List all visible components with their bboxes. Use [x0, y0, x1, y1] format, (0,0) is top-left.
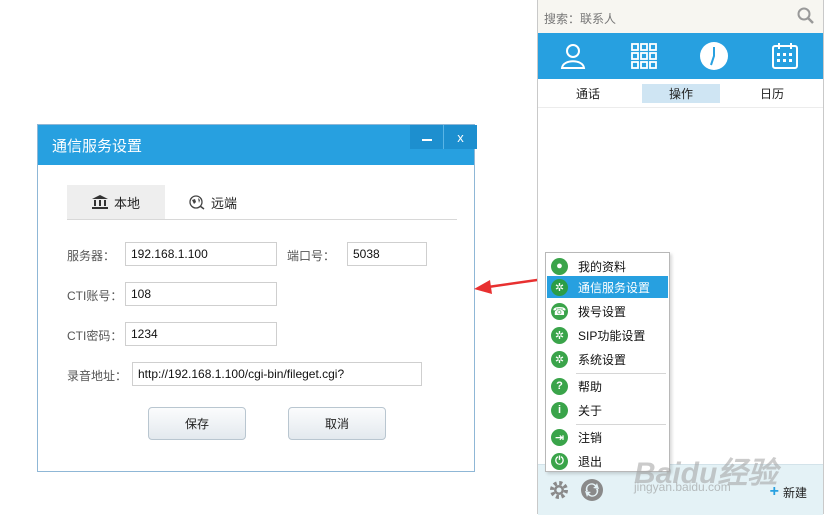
main-nav	[538, 33, 823, 79]
search-input[interactable]: 搜索：联系人	[544, 10, 616, 27]
menu-item-label: SIP功能设置	[578, 328, 646, 343]
comm-service-settings-dialog: 通信服务设置 x 本地 远端 服务器： 端口号： CTI账号： CTI密码： 录…	[37, 124, 477, 472]
clock-icon	[700, 42, 728, 70]
server-label: 服务器：	[67, 249, 116, 263]
cancel-button[interactable]: 取消	[288, 407, 386, 440]
dialog-tabs: 本地 远端	[67, 185, 457, 220]
globe-icon	[189, 195, 205, 210]
context-menu: ● 我的资料 ✲ 通信服务设置 ☎ 拨号设置 ✲ SIP功能设置 ✲ 系统设置 …	[545, 252, 670, 472]
settings-gear-icon[interactable]	[548, 479, 570, 501]
menu-separator	[576, 424, 666, 425]
dialog-titlebar[interactable]: 通信服务设置 x	[38, 125, 477, 165]
tab-operations-label: 操作	[668, 87, 693, 101]
record-address-label: 录音地址：	[67, 369, 128, 383]
menu-item-logout[interactable]: ⇥ 注销	[547, 426, 668, 448]
menu-item-label: 系统设置	[578, 352, 627, 367]
gear-icon: ✲	[551, 326, 568, 344]
nav-contacts[interactable]	[557, 40, 589, 72]
menu-separator	[576, 373, 666, 374]
watermark-url: jingyan.baidu.com	[634, 480, 731, 494]
nav-calendar[interactable]	[769, 40, 801, 72]
power-icon: ⏻	[551, 452, 568, 470]
menu-item-about[interactable]: i 关于	[547, 399, 668, 421]
tab-calls-label: 通话	[575, 87, 600, 101]
gear-icon: ✲	[551, 278, 568, 296]
cti-account-label: CTI账号：	[67, 289, 123, 303]
server-input[interactable]	[125, 242, 277, 266]
minimize-button[interactable]	[410, 125, 443, 149]
save-button[interactable]: 保存	[148, 407, 246, 440]
record-address-input[interactable]	[132, 362, 422, 386]
tab-remote-label: 远端	[211, 195, 238, 211]
sync-icon[interactable]	[580, 478, 604, 502]
menu-item-comm-settings[interactable]: ✲ 通信服务设置	[547, 276, 668, 298]
menu-item-my-profile[interactable]: ● 我的资料	[547, 255, 668, 277]
menu-item-label: 通信服务设置	[578, 280, 651, 295]
info-icon: i	[551, 401, 568, 419]
user-icon: ●	[551, 257, 568, 275]
tab-local[interactable]: 本地	[67, 185, 165, 219]
menu-item-label: 帮助	[578, 379, 603, 394]
search-icon[interactable]	[797, 7, 815, 25]
cti-password-input[interactable]	[125, 322, 277, 346]
menu-item-label: 拨号设置	[578, 304, 627, 319]
menu-item-sip-settings[interactable]: ✲ SIP功能设置	[547, 324, 668, 346]
person-icon	[560, 44, 586, 69]
new-label: 新建	[782, 485, 807, 500]
menu-item-label: 我的资料	[578, 259, 627, 274]
tab-operations[interactable]: 操作	[642, 84, 720, 103]
gear-icon: ✲	[551, 350, 568, 368]
close-button[interactable]: x	[443, 125, 477, 149]
dialog-title: 通信服务设置	[52, 138, 143, 155]
menu-item-help[interactable]: ? 帮助	[547, 375, 668, 397]
tab-local-label: 本地	[113, 195, 140, 211]
search-bar[interactable]: 搜索：联系人	[538, 0, 823, 34]
cti-account-input[interactable]	[125, 282, 277, 306]
cancel-label: 取消	[324, 417, 349, 431]
menu-item-label: 关于	[578, 403, 603, 418]
nav-history[interactable]	[698, 40, 730, 72]
menu-item-dial-settings[interactable]: ☎ 拨号设置	[547, 300, 668, 322]
nav-apps[interactable]	[628, 40, 660, 72]
tab-calendar-label: 日历	[759, 87, 784, 101]
help-icon: ?	[551, 377, 568, 395]
port-input[interactable]	[347, 242, 427, 266]
minimize-icon	[421, 139, 432, 141]
cti-password-label: CTI密码：	[67, 329, 123, 343]
tab-remote[interactable]: 远端	[189, 185, 269, 219]
tab-calendar[interactable]: 日历	[742, 84, 802, 103]
menu-item-system-settings[interactable]: ✲ 系统设置	[547, 348, 668, 370]
sub-tabs: 通话 操作 日历	[538, 79, 823, 108]
tab-calls[interactable]: 通话	[558, 84, 618, 103]
pointer-arrow	[474, 277, 545, 294]
save-label: 保存	[184, 417, 209, 431]
logout-icon: ⇥	[551, 428, 568, 446]
grid-icon	[631, 43, 657, 69]
menu-item-label: 注销	[578, 430, 603, 445]
bank-icon	[91, 195, 108, 209]
menu-item-label: 退出	[578, 454, 603, 469]
calendar-icon	[772, 43, 798, 69]
close-icon: x	[457, 129, 464, 145]
phone-icon: ☎	[551, 302, 568, 320]
port-label: 端口号：	[287, 249, 336, 263]
